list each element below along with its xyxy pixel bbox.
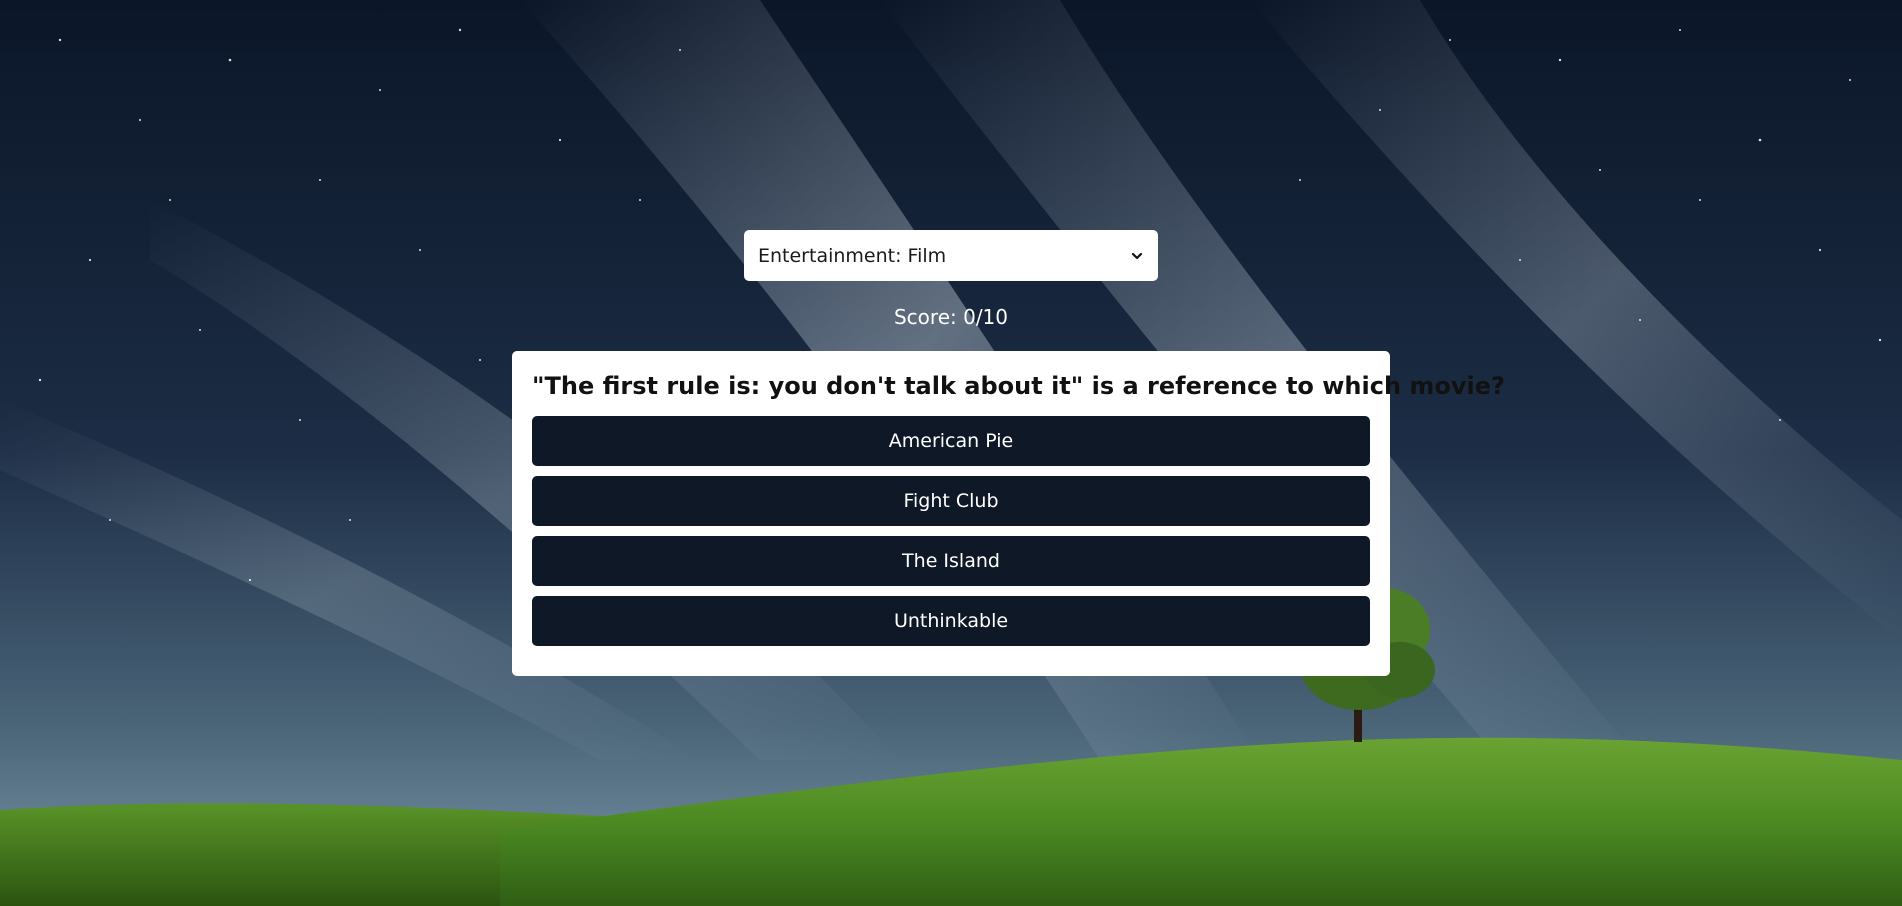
answer-button[interactable]: Fight Club [532,476,1370,526]
category-select-value: Entertainment: Film [758,244,947,267]
answer-button[interactable]: The Island [532,536,1370,586]
question-text: "The first rule is: you don't talk about… [532,372,1505,400]
answer-button[interactable]: Unthinkable [532,596,1370,646]
answer-button[interactable]: American Pie [532,416,1370,466]
answer-list: American Pie Fight Club The Island Unthi… [532,416,1370,646]
quiz-container: Entertainment: Film Score: 0/10 "The fir… [0,0,1902,906]
score-display: Score: 0/10 [893,305,1009,329]
question-card: "The first rule is: you don't talk about… [512,351,1505,676]
category-select[interactable]: Entertainment: Film [744,230,1158,281]
background-scene: Entertainment: Film Score: 0/10 "The fir… [0,0,1902,906]
chevron-down-icon [1131,252,1143,259]
